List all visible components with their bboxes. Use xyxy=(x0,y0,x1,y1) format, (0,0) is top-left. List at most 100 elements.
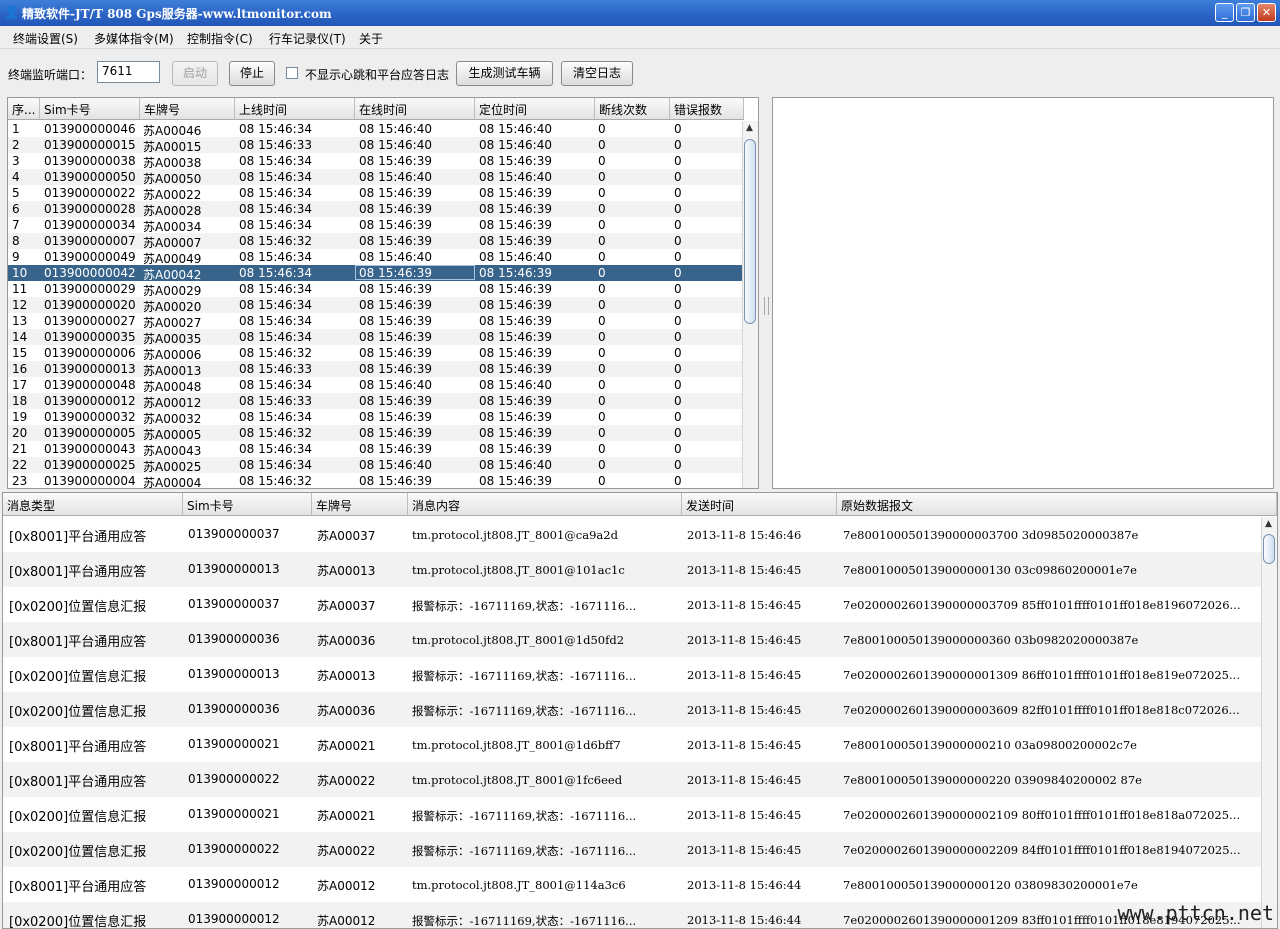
row-active-time: 08 15:46:40 xyxy=(359,458,432,472)
log-message-content: 报警标示：-16711169,状态：-1671116... xyxy=(412,809,637,823)
restore-icon[interactable]: ❐ xyxy=(1236,3,1255,22)
column-header-raw-packet[interactable]: 原始数据报文 xyxy=(837,493,1277,516)
table-row[interactable]: 18 013900000012 苏A00012 08 15:46:33 08 15:46… xyxy=(8,393,744,410)
hide-heartbeat-checkbox[interactable] xyxy=(286,67,298,79)
column-header-sim[interactable]: Sim卡号 xyxy=(40,98,140,120)
log-row[interactable]: [0x8001]平台通用应答 013900000036 苏A00036 tm.prot… xyxy=(3,622,1263,657)
table-row[interactable]: 8 013900000007 苏A00007 08 15:46:32 08 15:46:… xyxy=(8,233,744,250)
column-header-active-time[interactable]: 在线时间 xyxy=(355,98,475,120)
split-pane-divider[interactable] xyxy=(760,97,772,489)
table-row[interactable]: 7 013900000034 苏A00034 08 15:46:34 08 15:46:… xyxy=(8,217,744,234)
log-row[interactable]: [0x0200]位置信息汇报 013900000012 苏A00012 报警标示：-1… xyxy=(3,902,1263,928)
row-errors: 0 xyxy=(674,426,682,440)
port-input[interactable]: 7611 xyxy=(97,61,160,83)
table-row[interactable]: 22 013900000025 苏A00025 08 15:46:34 08 15:46… xyxy=(8,457,744,474)
menu-about[interactable]: 关于 xyxy=(359,30,383,47)
table-row[interactable]: 2 013900000015 苏A00015 08 15:46:33 08 15:46:… xyxy=(8,137,744,154)
log-message-type: [0x8001]平台通用应答 xyxy=(9,530,147,545)
log-row[interactable]: [0x8001]平台通用应答 013900000037 苏A00037 tm.prot… xyxy=(3,517,1263,552)
table-row[interactable]: 16 013900000013 苏A00013 08 15:46:33 08 15:46… xyxy=(8,361,744,378)
row-index: 6 xyxy=(12,202,20,216)
scroll-thumb[interactable] xyxy=(1263,534,1275,564)
column-header-index[interactable]: 序... xyxy=(8,98,40,120)
table-row[interactable]: 20 013900000005 苏A00005 08 15:46:32 08 15:46… xyxy=(8,425,744,442)
row-index: 21 xyxy=(12,442,28,456)
row-location-time: 08 15:46:39 xyxy=(479,154,552,168)
log-row[interactable]: [0x8001]平台通用应答 013900000013 苏A00013 tm.prot… xyxy=(3,552,1263,587)
menu-control-commands[interactable]: 控制指令(C) xyxy=(187,30,253,47)
terminal-scrollbar[interactable]: ▲ xyxy=(742,121,758,488)
log-row[interactable]: [0x8001]平台通用应答 013900000021 苏A00021 tm.prot… xyxy=(3,727,1263,762)
log-message-type: [0x8001]平台通用应答 xyxy=(9,565,147,580)
menu-multimedia-commands[interactable]: 多媒体指令(M) xyxy=(94,30,174,47)
log-raw-packet: 7e0200002601390000001309 86ff0101ffff010… xyxy=(843,668,1240,682)
table-row[interactable]: 13 013900000027 苏A00027 08 15:46:34 08 15:46… xyxy=(8,313,744,330)
log-row[interactable]: [0x0200]位置信息汇报 013900000022 苏A00022 报警标示：-1… xyxy=(3,832,1263,867)
column-header-message-type[interactable]: 消息类型 xyxy=(3,493,183,516)
table-row[interactable]: 12 013900000020 苏A00020 08 15:46:34 08 15:46… xyxy=(8,297,744,314)
row-active-time: 08 15:46:39 xyxy=(359,474,432,488)
log-row[interactable]: [0x8001]平台通用应答 013900000012 苏A00012 tm.prot… xyxy=(3,867,1263,902)
log-message-content: 报警标示：-16711169,状态：-1671116... xyxy=(412,914,637,928)
row-disconnects: 0 xyxy=(598,442,606,456)
log-message-content: tm.protocol.jt808.JT_8001@ca9a2d xyxy=(412,528,618,542)
row-location-time: 08 15:46:40 xyxy=(479,170,552,184)
row-index: 16 xyxy=(12,362,28,376)
row-disconnects: 0 xyxy=(598,250,606,264)
table-row[interactable]: 3 013900000038 苏A00038 08 15:46:34 08 15:46:… xyxy=(8,153,744,170)
title-bar[interactable]: 👤 精致软件-JT/T 808 Gps服务器-www.ltmonitor.com… xyxy=(0,0,1280,26)
column-header-location-time[interactable]: 定位时间 xyxy=(475,98,595,120)
table-row[interactable]: 11 013900000029 苏A00029 08 15:46:34 08 15:46… xyxy=(8,281,744,298)
table-row[interactable]: 23 013900000004 苏A00004 08 15:46:32 08 15:46… xyxy=(8,473,744,488)
row-disconnects: 0 xyxy=(598,138,606,152)
table-row[interactable]: 17 013900000048 苏A00048 08 15:46:34 08 15:46… xyxy=(8,377,744,394)
row-errors: 0 xyxy=(674,122,682,136)
menu-driving-recorder[interactable]: 行车记录仪(T) xyxy=(269,30,346,47)
table-row[interactable]: 15 013900000006 苏A00006 08 15:46:32 08 15:46… xyxy=(8,345,744,362)
log-row[interactable]: [0x0200]位置信息汇报 013900000021 苏A00021 报警标示：-1… xyxy=(3,797,1263,832)
table-row[interactable]: 1 013900000046 苏A00046 08 15:46:34 08 15:46:… xyxy=(8,121,744,138)
grip-icon[interactable] xyxy=(764,297,769,315)
column-header-disconnects[interactable]: 断线次数 xyxy=(595,98,670,120)
minimize-icon[interactable]: _ xyxy=(1215,3,1234,22)
log-scrollbar[interactable]: ▲ xyxy=(1261,517,1277,928)
close-icon[interactable]: ✕ xyxy=(1257,3,1276,22)
log-message-type: [0x0200]位置信息汇报 xyxy=(9,600,147,615)
clear-log-button[interactable]: 清空日志 xyxy=(561,61,633,86)
table-row[interactable]: 21 013900000043 苏A00043 08 15:46:34 08 15:46… xyxy=(8,441,744,458)
column-header-log-plate[interactable]: 车牌号 xyxy=(312,493,408,516)
stop-button[interactable]: 停止 xyxy=(229,61,275,86)
table-row[interactable]: 14 013900000035 苏A00035 08 15:46:34 08 15:46… xyxy=(8,329,744,346)
column-header-errors[interactable]: 错误报数 xyxy=(670,98,744,120)
column-header-message-content[interactable]: 消息内容 xyxy=(408,493,682,516)
row-sim: 013900000004 xyxy=(44,474,136,488)
column-header-online-time[interactable]: 上线时间 xyxy=(235,98,355,120)
column-header-log-sim[interactable]: Sim卡号 xyxy=(183,493,312,516)
row-active-time: 08 15:46:39 xyxy=(359,266,432,280)
log-row[interactable]: [0x0200]位置信息汇报 013900000013 苏A00013 报警标示：-1… xyxy=(3,657,1263,692)
scroll-up-icon[interactable]: ▲ xyxy=(1265,519,1272,529)
column-header-plate[interactable]: 车牌号 xyxy=(140,98,235,120)
scroll-up-icon[interactable]: ▲ xyxy=(746,123,753,133)
table-row[interactable]: 6 013900000028 苏A00028 08 15:46:34 08 15:46:… xyxy=(8,201,744,218)
table-row[interactable]: 19 013900000032 苏A00032 08 15:46:34 08 15:46… xyxy=(8,409,744,426)
row-disconnects: 0 xyxy=(598,474,606,488)
generate-test-vehicles-button[interactable]: 生成测试车辆 xyxy=(456,61,553,86)
log-row[interactable]: [0x0200]位置信息汇报 013900000036 苏A00036 报警标示：-1… xyxy=(3,692,1263,727)
row-disconnects: 0 xyxy=(598,346,606,360)
row-location-time: 08 15:46:40 xyxy=(479,458,552,472)
table-row[interactable]: 5 013900000022 苏A00022 08 15:46:34 08 15:46:… xyxy=(8,185,744,202)
table-row[interactable]: 4 013900000050 苏A00050 08 15:46:34 08 15:46:… xyxy=(8,169,744,186)
row-active-time: 08 15:46:39 xyxy=(359,410,432,424)
hide-heartbeat-label[interactable]: 不显示心跳和平台应答日志 xyxy=(305,66,449,83)
column-header-send-time[interactable]: 发送时间 xyxy=(682,493,837,516)
scroll-thumb[interactable] xyxy=(744,139,756,324)
menu-terminal-settings[interactable]: 终端设置(S) xyxy=(13,30,78,47)
row-sim: 013900000007 xyxy=(44,234,136,248)
table-row[interactable]: 10 013900000042 苏A00042 08 15:46:34 08 15:46… xyxy=(8,265,744,282)
start-button[interactable]: 启动 xyxy=(172,61,218,86)
log-row[interactable]: [0x0200]位置信息汇报 013900000037 苏A00037 报警标示：-1… xyxy=(3,587,1263,622)
table-row[interactable]: 9 013900000049 苏A00049 08 15:46:34 08 15:46:… xyxy=(8,249,744,266)
log-sim: 013900000013 xyxy=(188,667,280,681)
log-row[interactable]: [0x8001]平台通用应答 013900000022 苏A00022 tm.prot… xyxy=(3,762,1263,797)
